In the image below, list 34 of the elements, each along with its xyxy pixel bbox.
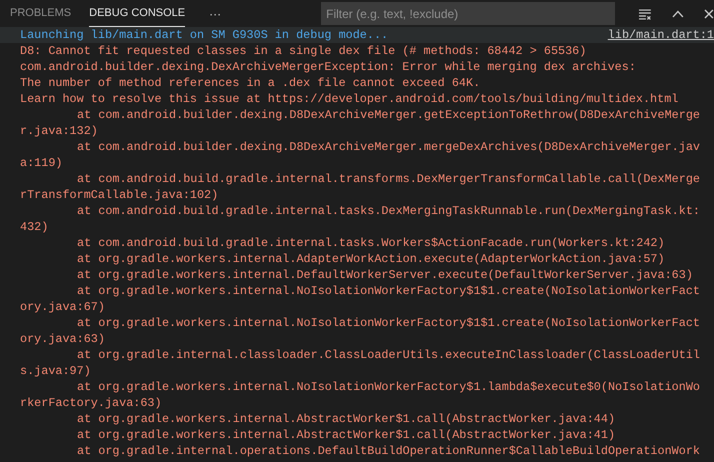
console-line: ory.java:63) [20, 331, 105, 347]
console-line: D8: Cannot fit requested classes in a single dex file (# methods: 68442 > 65536) [20, 43, 586, 59]
console-line: at org.gradle.workers.internal.NoIsolationWorkerFactory$1$1.create(NoIsolationWorkerFact [77, 315, 700, 331]
console-line: Launching lib/main.dart on SM G930S in debug mode... [20, 27, 390, 43]
console-line: at org.gradle.internal.operations.DefaultBuildOperationRunner$CallableBuildOperationWork [77, 443, 700, 459]
panel-tab[interactable]: PROBLEMS [10, 0, 72, 27]
close-icon[interactable] [704, 8, 714, 18]
chevron-up-icon[interactable] [672, 10, 684, 18]
console-line: com.android.builder.dexing.DexArchiveMergerException: Error while merging dex archives: [20, 59, 636, 75]
console-line: rkerFactory.java:63) [20, 395, 162, 411]
console-line: r.java:132) [20, 123, 98, 139]
console-line: at org.gradle.workers.internal.AbstractWorker$1.call(AbstractWorker.java:44) [77, 411, 616, 427]
console-line: at org.gradle.workers.internal.NoIsolationWorkerFactory$1.lambda$execute$0(NoIsolationWo [77, 379, 700, 395]
console-line: at org.gradle.workers.internal.AbstractWorker$1.call(AbstractWorker.java:41) [77, 427, 616, 443]
console-line: a:119) [20, 155, 62, 171]
console-line: at com.android.build.gradle.internal.tasks.Workers$ActionFacade.run(Workers.kt:242) [77, 235, 665, 251]
console-line: 432) [20, 219, 48, 235]
source-link[interactable]: lib/main.dart:1 [608, 27, 714, 43]
console-line: at org.gradle.workers.internal.DefaultWorkerServer.execute(DefaultWorkerServer.java:63) [77, 267, 693, 283]
console-line: at com.android.builder.dexing.D8DexArchiveMerger.getExceptionToRethrow(D8DexArchiveMerge [77, 107, 700, 123]
console-line: ory.java:67) [20, 299, 105, 315]
console-line: at com.android.builder.dexing.D8DexArchiveMerger.mergeDexArchives(D8DexArchiveMerger.jav [77, 139, 700, 155]
clear-console-icon[interactable] [638, 8, 652, 20]
console-line: The number of method references in a .dex file cannot exceed 64K. [20, 75, 480, 91]
console-line: at org.gradle.workers.internal.AdapterWorkAction.execute(AdapterWorkAction.java:57) [77, 251, 665, 267]
console-line: at org.gradle.workers.internal.NoIsolationWorkerFactory$1$1.create(NoIsolationWorkerFact [77, 283, 700, 299]
console-line: at com.android.build.gradle.internal.transforms.DexMergerTransformCallable.call(DexMerge [77, 171, 700, 187]
console-line: Learn how to resolve this issue at https://developer.android.com/tools/building/multidex.html [20, 91, 678, 107]
console-line: at org.gradle.internal.classloader.ClassLoaderUtils.executeInClassloader(ClassLoaderUtil [77, 347, 700, 363]
console-line: at com.android.build.gradle.internal.tasks.DexMergingTaskRunnable.run(DexMergingTask.kt: [77, 203, 700, 219]
filter-field[interactable]: Filter (e.g. text, !exclude) [321, 2, 616, 25]
console-line: s.java:97) [20, 363, 91, 379]
console-line: rTransformCallable.java:102) [20, 187, 218, 203]
more-actions-button[interactable]: ··· [209, 4, 222, 22]
